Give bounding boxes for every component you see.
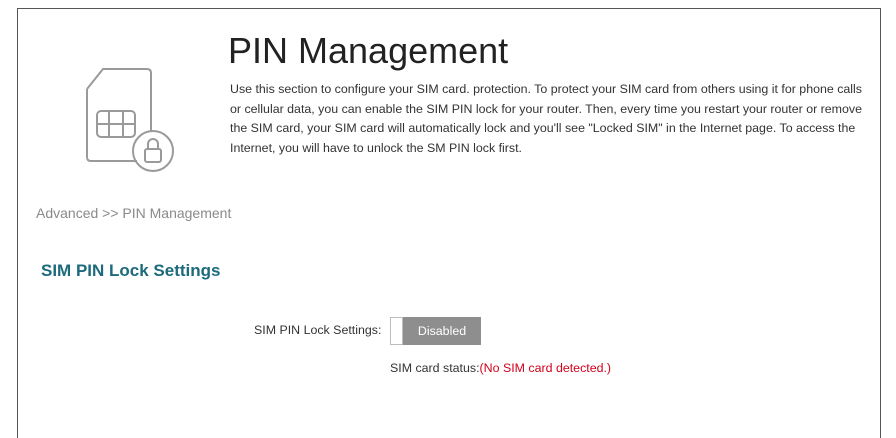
sim-pin-lock-toggle[interactable]: Disabled	[390, 317, 481, 345]
toggle-state-label: Disabled	[403, 317, 481, 345]
sim-card-status-label: SIM card status:	[390, 361, 480, 375]
sim-pin-lock-label: SIM PIN Lock Settings:	[254, 323, 382, 337]
section-title: SIM PIN Lock Settings	[41, 261, 221, 280]
toggle-knob[interactable]	[390, 317, 403, 345]
sim-card-status-value: (No SIM card detected.)	[479, 361, 612, 375]
page-title: PIN Management	[228, 30, 509, 71]
sim-card-status: SIM card status:(No SIM card detected.)	[390, 361, 611, 375]
breadcrumb: Advanced >> PIN Management	[36, 205, 232, 221]
sim-card-lock-icon	[86, 68, 174, 172]
page-description: Use this section to configure your SIM c…	[230, 82, 862, 155]
